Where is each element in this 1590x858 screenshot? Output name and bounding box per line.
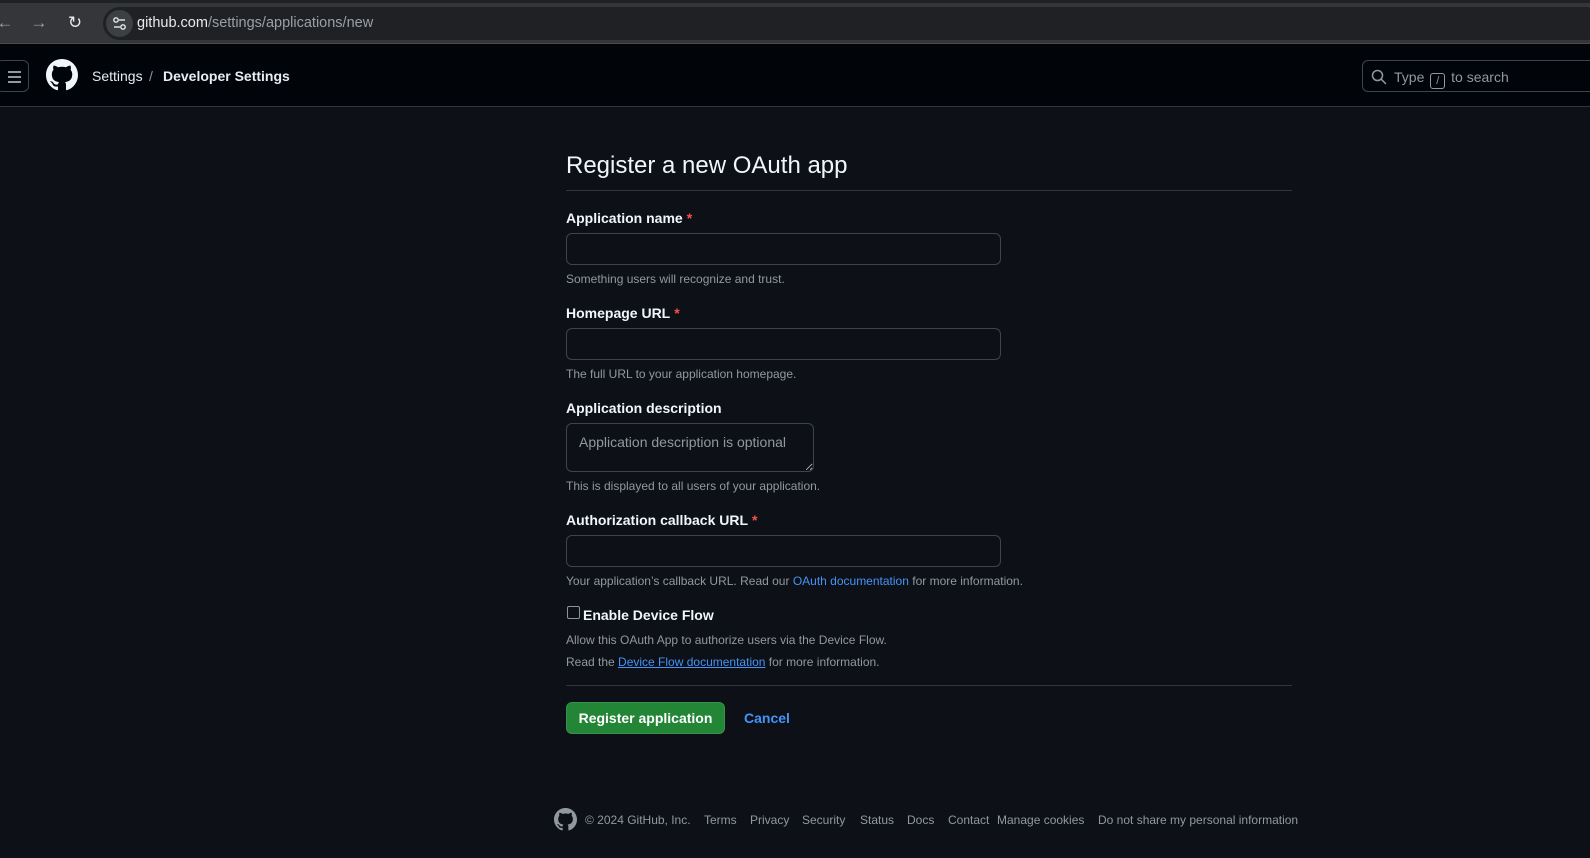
reload-icon: ↻ [67, 13, 83, 32]
arrow-left-icon: ← [0, 13, 14, 32]
github-footer-logo-icon[interactable] [554, 808, 577, 831]
url-text[interactable]: github.com/settings/applications/new [137, 15, 373, 31]
homepage-url-input[interactable] [566, 328, 1001, 360]
footer-link-manage-cookies[interactable]: Manage cookies [997, 813, 1084, 827]
homepage-url-note: The full URL to your application homepag… [566, 367, 797, 381]
page-title: Register a new OAuth app [566, 152, 848, 179]
reload-button[interactable]: ↻ [64, 12, 86, 34]
device-flow-doc-note: Read the Device Flow documentation for m… [566, 655, 880, 669]
browser-toolbar: ← → ↻ github.com/settings/applications/n… [0, 0, 1590, 44]
app-description-label: Application description [566, 400, 722, 416]
breadcrumb-developer-settings[interactable]: Developer Settings [163, 68, 290, 84]
footer-link-privacy[interactable]: Privacy [750, 813, 789, 827]
device-flow-documentation-link[interactable]: Device Flow documentation [618, 655, 765, 669]
search-prefix: Type [1394, 69, 1425, 85]
site-info-button[interactable] [106, 10, 133, 37]
breadcrumb-settings[interactable]: Settings [92, 68, 143, 84]
callback-url-label: Authorization callback URL * [566, 512, 758, 528]
tune-icon [113, 17, 126, 30]
device-flow-note: Allow this OAuth App to authorize users … [566, 633, 887, 647]
footer-link-contact[interactable]: Contact [948, 813, 989, 827]
github-header: Settings / Developer Settings Type / to … [0, 44, 1590, 107]
device-flow-checkbox[interactable] [567, 606, 580, 619]
app-description-textarea[interactable] [566, 423, 814, 472]
footer-copyright: © 2024 GitHub, Inc. [585, 813, 691, 827]
footer-link-status[interactable]: Status [860, 813, 894, 827]
title-divider [566, 190, 1292, 191]
homepage-url-label: Homepage URL * [566, 305, 680, 321]
required-marker: * [674, 305, 680, 321]
app-description-note: This is displayed to all users of your a… [566, 479, 821, 493]
search-placeholder: Type / to search [1394, 69, 1509, 89]
breadcrumb-separator: / [149, 68, 153, 84]
register-application-button[interactable]: Register application [566, 702, 725, 734]
url-path: /settings/applications/new [207, 15, 374, 31]
back-button[interactable]: ← [0, 12, 16, 34]
hamburger-icon [8, 71, 21, 73]
arrow-right-icon: → [30, 13, 48, 32]
oauth-documentation-link[interactable]: OAuth documentation [793, 574, 909, 588]
footer-link-do-not-share[interactable]: Do not share my personal information [1098, 813, 1298, 827]
footer-link-security[interactable]: Security [802, 813, 845, 827]
search-suffix: to search [1451, 69, 1509, 85]
cancel-button[interactable]: Cancel [744, 710, 790, 726]
footer-link-terms[interactable]: Terms [704, 813, 737, 827]
github-logo-icon[interactable] [46, 59, 78, 91]
required-marker: * [686, 210, 693, 226]
footer-link-docs[interactable]: Docs [907, 813, 934, 827]
device-flow-label[interactable]: Enable Device Flow [583, 607, 714, 623]
search-icon [1371, 69, 1387, 85]
address-bar[interactable]: github.com/settings/applications/new [103, 7, 1590, 40]
callback-url-input[interactable] [566, 535, 1001, 567]
app-name-label: Application name * [566, 210, 693, 226]
app-name-input[interactable] [566, 233, 1001, 265]
app-name-note: Something users will recognize and trust… [566, 272, 785, 286]
callback-url-note: Your application’s callback URL. Read ou… [566, 574, 1023, 588]
search-input[interactable]: Type / to search [1362, 60, 1590, 92]
url-domain: github.com [137, 15, 208, 31]
menu-button[interactable] [0, 60, 29, 92]
form-divider [566, 685, 1292, 686]
forward-button[interactable]: → [28, 12, 50, 34]
search-shortcut-key: / [1430, 73, 1446, 89]
required-marker: * [752, 512, 758, 528]
